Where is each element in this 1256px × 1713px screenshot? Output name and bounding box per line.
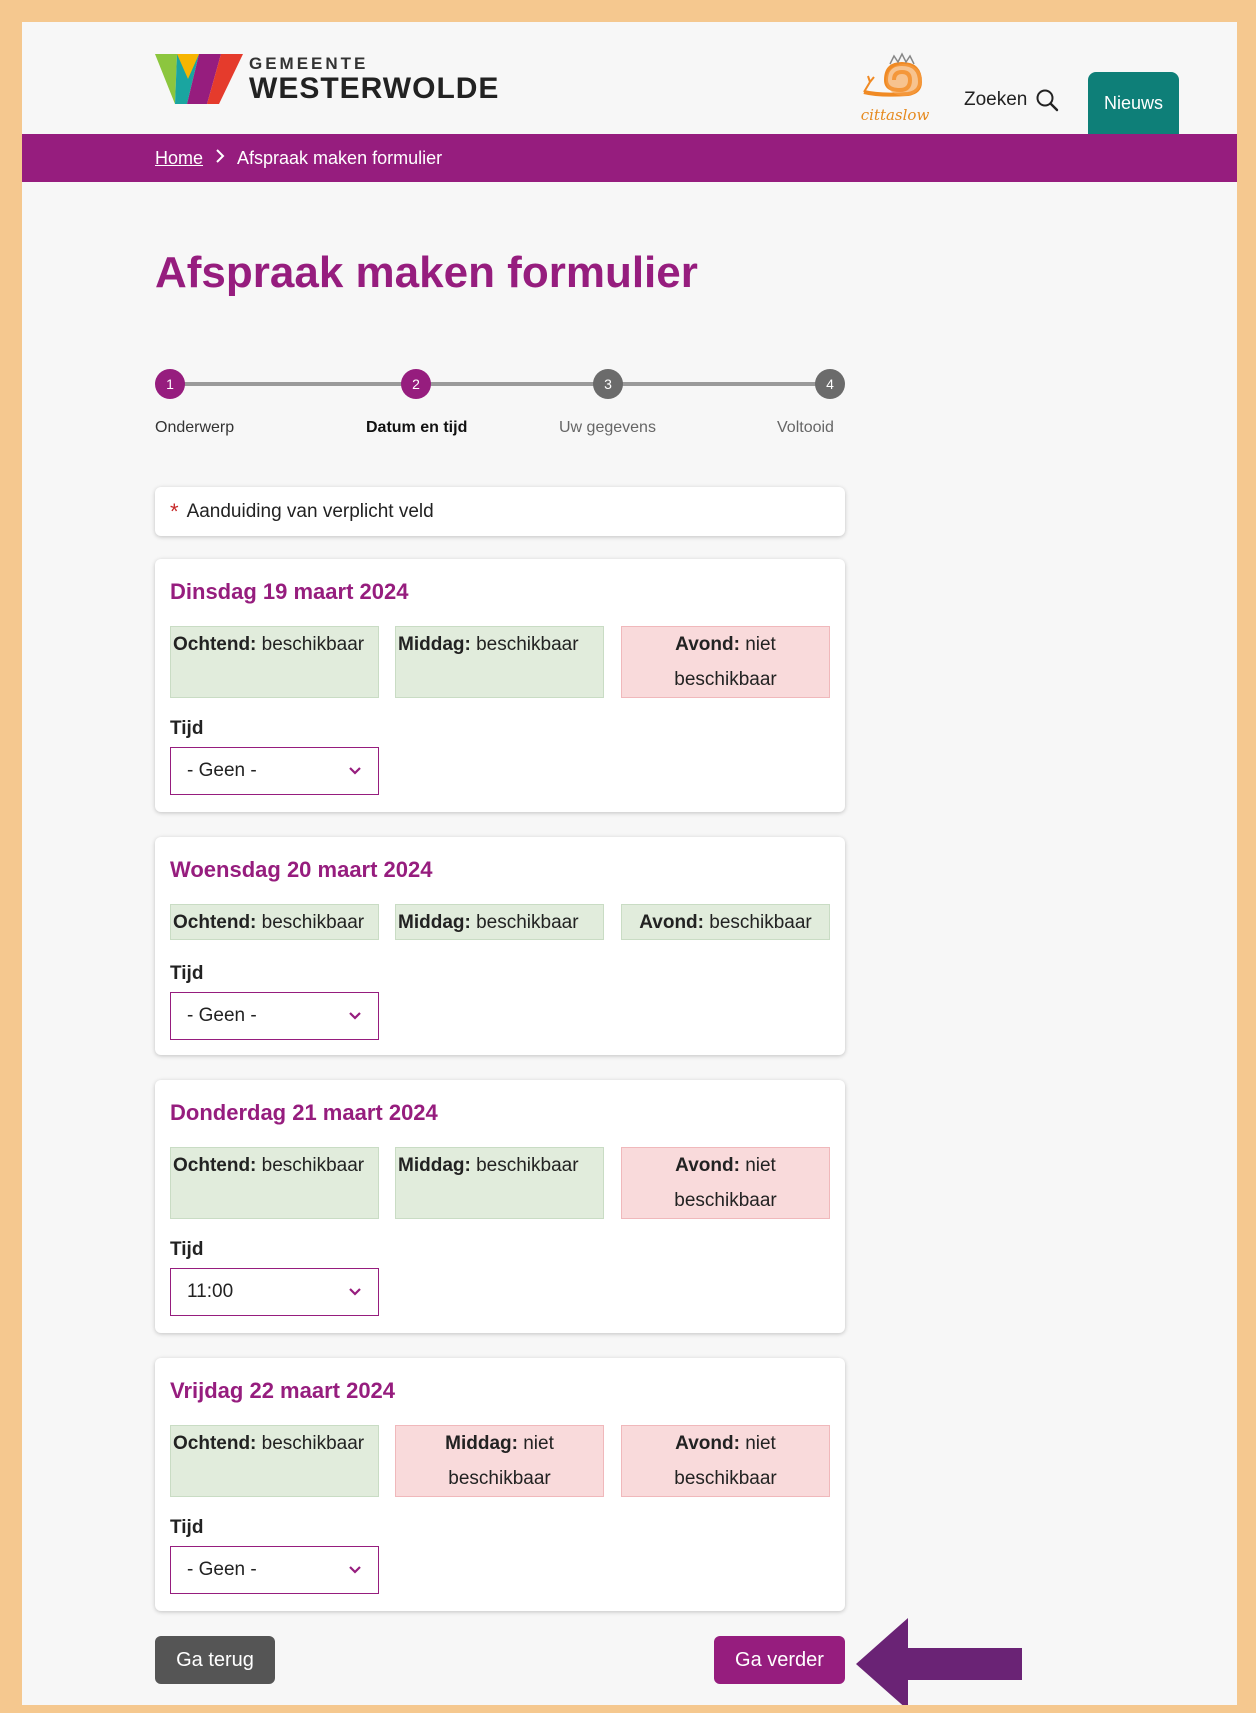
time-label: Tijd bbox=[170, 1239, 204, 1260]
time-label: Tijd bbox=[170, 963, 204, 984]
availability-slots: Ochtend: beschikbaar Middag: niet beschi… bbox=[170, 1425, 830, 1497]
day-title: Dinsdag 19 maart 2024 bbox=[170, 579, 409, 604]
step-1-label: Onderwerp bbox=[155, 419, 235, 436]
day-title: Donderdag 21 maart 2024 bbox=[170, 1100, 438, 1125]
time-select-value: 11:00 bbox=[187, 1281, 234, 1302]
slot-name: Middag: bbox=[398, 912, 471, 933]
search-label: Zoeken bbox=[964, 89, 1028, 110]
required-field-note: * Aanduiding van verplicht veld bbox=[155, 487, 845, 536]
chevron-down-icon bbox=[349, 767, 361, 775]
logo-main-text: WESTERWOLDE bbox=[249, 71, 500, 105]
slot-name: Ochtend: bbox=[173, 1155, 257, 1176]
availability-slots: Ochtend: beschikbaar Middag: beschikbaar… bbox=[170, 1147, 830, 1219]
search-link[interactable]: Zoeken bbox=[964, 88, 1059, 112]
slot-afternoon: Middag: niet beschikbaar bbox=[395, 1425, 604, 1497]
site-header: GEMEENTE WESTERWOLDE cittaslow Zoeken Ni… bbox=[22, 22, 1237, 134]
slot-name: Ochtend: bbox=[173, 912, 257, 933]
step-2-dot: 2 bbox=[401, 369, 431, 399]
slot-name: Avond: bbox=[675, 1155, 740, 1176]
slot-name: Ochtend: bbox=[173, 634, 257, 655]
progress-track bbox=[170, 382, 830, 386]
breadcrumb: Home Afspraak maken formulier bbox=[22, 134, 1237, 182]
time-label: Tijd bbox=[170, 1517, 204, 1538]
chevron-down-icon bbox=[349, 1012, 361, 1020]
availability-slots: Ochtend: beschikbaar Middag: beschikbaar… bbox=[170, 904, 830, 976]
day-title: Woensdag 20 maart 2024 bbox=[170, 857, 433, 882]
slot-status: beschikbaar bbox=[476, 1155, 579, 1176]
slot-evening: Avond: niet beschikbaar bbox=[621, 1425, 830, 1497]
news-button[interactable]: Nieuws bbox=[1088, 72, 1179, 134]
progress-steps: 1 2 3 4 Onderwerp Datum en tijd Uw gegev… bbox=[155, 367, 845, 447]
left-arrow-icon bbox=[856, 1618, 1022, 1705]
slot-status: beschikbaar bbox=[476, 912, 579, 933]
step-2-label: Datum en tijd bbox=[366, 419, 468, 436]
logo-top-text: GEMEENTE bbox=[249, 53, 369, 73]
slot-status: beschikbaar bbox=[709, 912, 812, 933]
time-label: Tijd bbox=[170, 718, 204, 739]
breadcrumb-current: Afspraak maken formulier bbox=[237, 147, 443, 168]
slot-name: Middag: bbox=[445, 1433, 518, 1454]
search-icon bbox=[1036, 89, 1059, 112]
slot-evening: Avond: niet beschikbaar bbox=[621, 626, 830, 698]
slot-name: Middag: bbox=[398, 1155, 471, 1176]
westerwolde-logo-icon bbox=[155, 54, 243, 104]
slot-name: Ochtend: bbox=[173, 1433, 257, 1454]
step-3-label: Uw gegevens bbox=[559, 419, 656, 436]
chevron-down-icon bbox=[349, 1566, 361, 1574]
breadcrumb-home-link[interactable]: Home bbox=[155, 148, 203, 169]
day-card: Dinsdag 19 maart 2024 Ochtend: beschikba… bbox=[155, 559, 845, 812]
snail-icon bbox=[863, 52, 923, 97]
slot-afternoon: Middag: beschikbaar bbox=[395, 1147, 604, 1219]
time-select-value: - Geen - bbox=[187, 1005, 257, 1026]
day-title: Vrijdag 22 maart 2024 bbox=[170, 1378, 396, 1403]
step-3-dot: 3 bbox=[593, 369, 623, 399]
slot-name: Avond: bbox=[675, 1433, 740, 1454]
day-card: Donderdag 21 maart 2024 Ochtend: beschik… bbox=[155, 1080, 845, 1333]
slot-morning: Ochtend: beschikbaar bbox=[170, 1147, 379, 1219]
slot-status: beschikbaar bbox=[476, 634, 579, 655]
slot-status: beschikbaar bbox=[261, 912, 365, 933]
slot-morning: Ochtend: beschikbaar bbox=[170, 904, 379, 940]
slot-morning: Ochtend: beschikbaar bbox=[170, 1425, 379, 1497]
availability-slots: Ochtend: beschikbaar Middag: beschikbaar… bbox=[170, 626, 830, 698]
slot-status: beschikbaar bbox=[261, 1433, 365, 1454]
site-logo[interactable]: GEMEENTE WESTERWOLDE bbox=[155, 54, 499, 104]
required-star: * bbox=[170, 498, 179, 524]
slot-status: beschikbaar bbox=[261, 1155, 365, 1176]
day-card: Woensdag 20 maart 2024 Ochtend: beschikb… bbox=[155, 837, 845, 1055]
page-title: Afspraak maken formulier bbox=[155, 248, 698, 297]
required-note-text: Aanduiding van verplicht veld bbox=[186, 500, 434, 522]
slot-afternoon: Middag: beschikbaar bbox=[395, 904, 604, 940]
step-4-label: Voltooid bbox=[777, 419, 834, 436]
time-select-value: - Geen - bbox=[187, 1559, 257, 1580]
time-select[interactable]: - Geen - bbox=[170, 747, 379, 795]
cittaslow-text: cittaslow bbox=[860, 106, 930, 124]
time-select[interactable]: - Geen - bbox=[170, 992, 379, 1040]
time-select[interactable]: 11:00 bbox=[170, 1268, 379, 1316]
slot-morning: Ochtend: beschikbaar bbox=[170, 626, 379, 698]
back-button[interactable]: Ga terug bbox=[155, 1636, 275, 1684]
step-1-dot: 1 bbox=[155, 369, 185, 399]
slot-evening: Avond: beschikbaar bbox=[621, 904, 830, 940]
time-select[interactable]: - Geen - bbox=[170, 1546, 379, 1594]
slot-evening: Avond: niet beschikbaar bbox=[621, 1147, 830, 1219]
day-card: Vrijdag 22 maart 2024 Ochtend: beschikba… bbox=[155, 1358, 845, 1611]
slot-name: Middag: bbox=[398, 634, 471, 655]
cittaslow-logo[interactable]: cittaslow bbox=[860, 52, 930, 124]
slot-name: Avond: bbox=[639, 912, 704, 933]
step-4-dot: 4 bbox=[815, 369, 845, 399]
chevron-right-icon bbox=[215, 148, 225, 168]
page-frame: GEMEENTE WESTERWOLDE cittaslow Zoeken Ni… bbox=[22, 22, 1237, 1705]
slot-status: beschikbaar bbox=[261, 634, 365, 655]
slot-name: Avond: bbox=[675, 634, 740, 655]
slot-afternoon: Middag: beschikbaar bbox=[395, 626, 604, 698]
time-select-value: - Geen - bbox=[187, 760, 257, 781]
chevron-down-icon bbox=[349, 1288, 361, 1296]
next-button[interactable]: Ga verder bbox=[714, 1636, 845, 1684]
